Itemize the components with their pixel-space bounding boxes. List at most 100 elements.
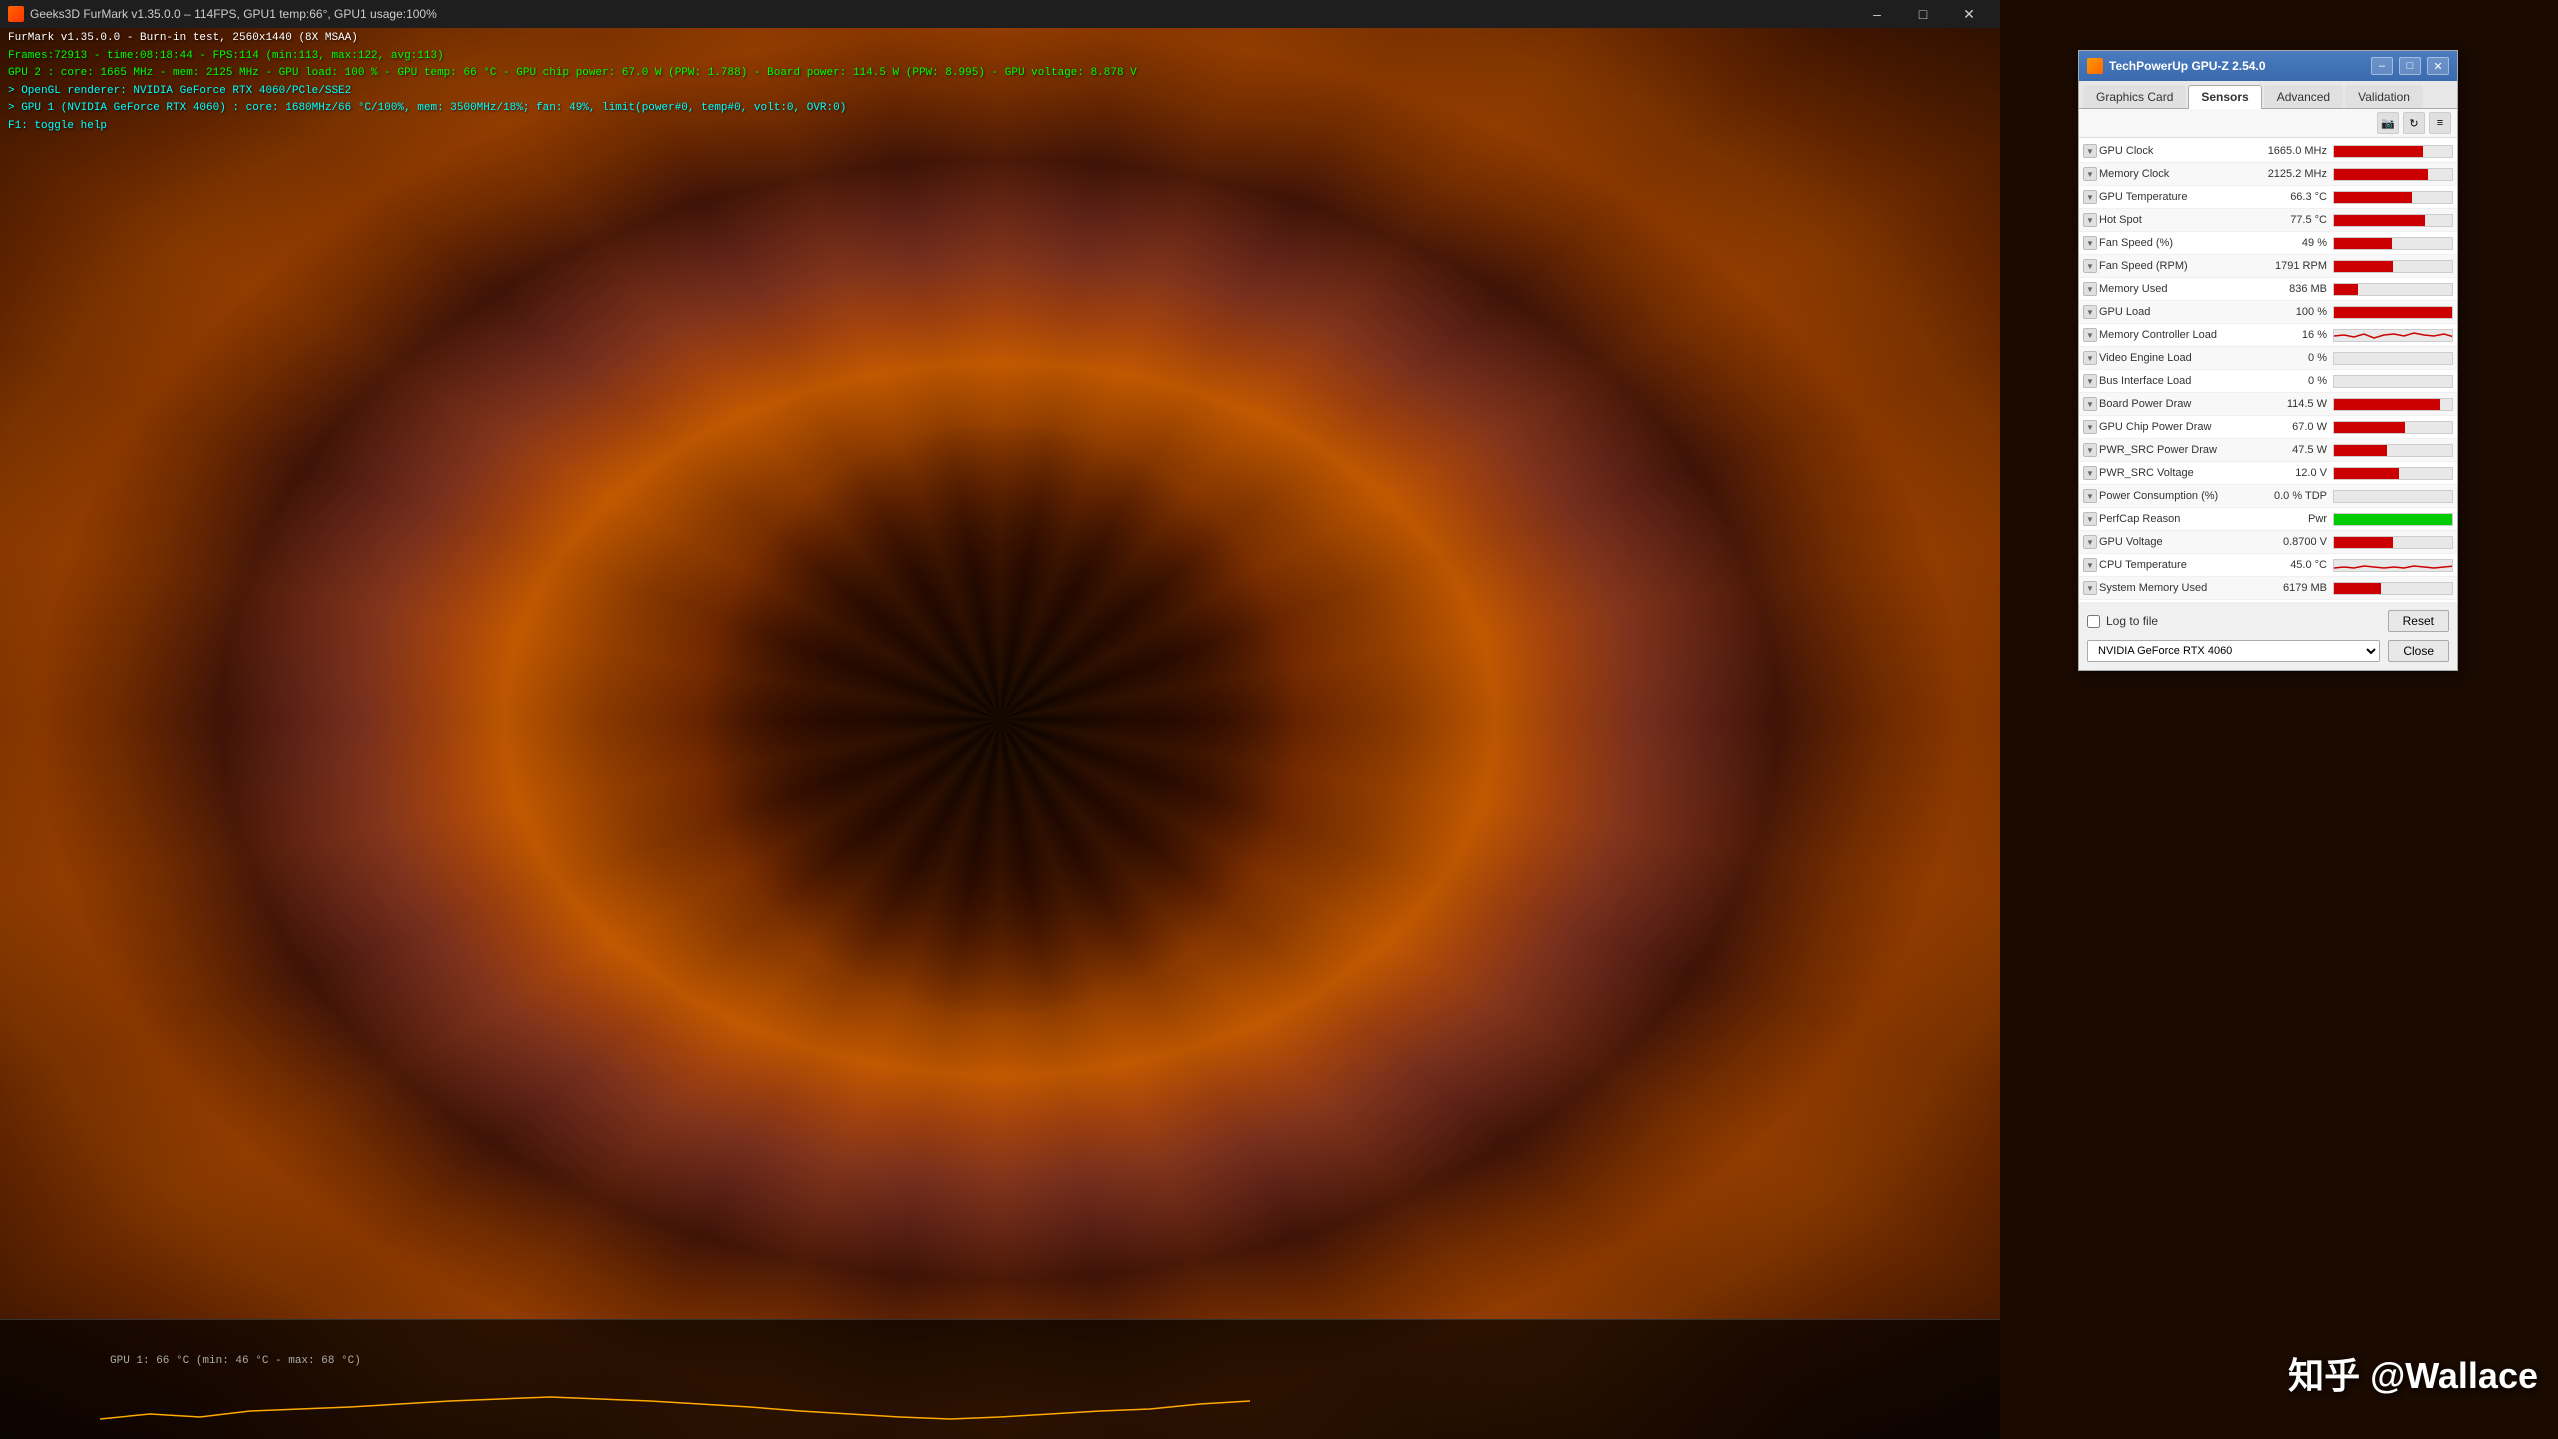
sensor-row: ▼Board Power Draw114.5 W — [2079, 393, 2457, 416]
sensor-dropdown-btn[interactable]: ▼ — [2083, 259, 2097, 273]
sensor-bar-container — [2333, 536, 2453, 549]
gpuz-minimize-button[interactable]: – — [2371, 57, 2393, 75]
sensor-bar — [2334, 445, 2387, 456]
sensor-row: ▼System Memory Used6179 MB — [2079, 577, 2457, 600]
sensor-name-text: Memory Clock — [2099, 168, 2169, 180]
sensor-dropdown-btn[interactable]: ▼ — [2083, 489, 2097, 503]
sensor-dropdown-btn[interactable]: ▼ — [2083, 466, 2097, 480]
sensor-value-text: 114.5 W — [2253, 398, 2333, 410]
sensor-dropdown-btn[interactable]: ▼ — [2083, 397, 2097, 411]
sensor-bar-container — [2333, 559, 2453, 572]
gpuz-maximize-button[interactable]: □ — [2399, 57, 2421, 75]
sensor-bar — [2334, 422, 2405, 433]
camera-icon[interactable]: 📷 — [2377, 112, 2399, 134]
sensor-bar-container — [2333, 582, 2453, 595]
sensor-dropdown-btn[interactable]: ▼ — [2083, 512, 2097, 526]
sensor-name-text: Bus Interface Load — [2099, 375, 2191, 387]
tab-advanced[interactable]: Advanced — [2264, 85, 2343, 108]
sensor-value-text: 66.3 °C — [2253, 191, 2333, 203]
refresh-icon[interactable]: ↻ — [2403, 112, 2425, 134]
sensor-value-text: 49 % — [2253, 237, 2333, 249]
sensor-dropdown-btn[interactable]: ▼ — [2083, 167, 2097, 181]
sensor-bar — [2334, 583, 2381, 594]
sensor-row: ▼PWR_SRC Voltage 12.0 V — [2079, 462, 2457, 485]
sensor-name-label: ▼GPU Voltage — [2083, 535, 2253, 549]
sensor-name-text: GPU Temperature — [2099, 191, 2187, 203]
sensor-name-text: Fan Speed (RPM) — [2099, 260, 2188, 272]
sensor-value-text: 45.0 °C — [2253, 559, 2333, 571]
furmark-overlay: FurMark v1.35.0.0 - Burn-in test, 2560x1… — [8, 30, 1137, 136]
close-button[interactable]: ✕ — [1946, 0, 1992, 28]
sensor-name-label: ▼Hot Spot — [2083, 213, 2253, 227]
tab-sensors[interactable]: Sensors — [2188, 85, 2261, 109]
sensor-name-text: Power Consumption (%) — [2099, 490, 2218, 502]
overlay-line-2: Frames:72913 - time:08:18:44 - FPS:114 (… — [8, 48, 1137, 66]
sensor-dropdown-btn[interactable]: ▼ — [2083, 236, 2097, 250]
sensor-dropdown-btn[interactable]: ▼ — [2083, 558, 2097, 572]
gpuz-bottom-row: NVIDIA GeForce RTX 4060 Close — [2087, 640, 2449, 662]
sensor-dropdown-btn[interactable]: ▼ — [2083, 305, 2097, 319]
sensor-dropdown-btn[interactable]: ▼ — [2083, 581, 2097, 595]
sensor-name-text: System Memory Used — [2099, 582, 2207, 594]
sensor-row: ▼PWR_SRC Power Draw47.5 W — [2079, 439, 2457, 462]
reset-button[interactable]: Reset — [2388, 610, 2449, 632]
app-icon — [8, 6, 24, 22]
sensor-bar-container — [2333, 306, 2453, 319]
sensor-value-text: 100 % — [2253, 306, 2333, 318]
minimize-button[interactable]: – — [1854, 0, 1900, 28]
sensor-bar — [2334, 537, 2393, 548]
overlay-line-3: GPU 2 : core: 1665 MHz - mem: 2125 MHz -… — [8, 65, 1137, 83]
gpuz-close-button[interactable]: ✕ — [2427, 57, 2449, 75]
sensor-dropdown-btn[interactable]: ▼ — [2083, 535, 2097, 549]
sensor-row: ▼GPU Load100 % — [2079, 301, 2457, 324]
sensor-dropdown-btn[interactable]: ▼ — [2083, 351, 2097, 365]
close-sensors-button[interactable]: Close — [2388, 640, 2449, 662]
tab-graphics-card[interactable]: Graphics Card — [2083, 85, 2186, 108]
menu-icon[interactable]: ≡ — [2429, 112, 2451, 134]
sensor-dropdown-btn[interactable]: ▼ — [2083, 420, 2097, 434]
sensor-row: ▼Fan Speed (%) 49 % — [2079, 232, 2457, 255]
sensor-bar — [2334, 468, 2399, 479]
sensor-name-label: ▼Fan Speed (RPM) — [2083, 259, 2253, 273]
gpu-select[interactable]: NVIDIA GeForce RTX 4060 — [2087, 640, 2380, 662]
sensor-dropdown-btn[interactable]: ▼ — [2083, 282, 2097, 296]
sensor-dropdown-btn[interactable]: ▼ — [2083, 374, 2097, 388]
furmark-background — [0, 0, 2000, 1439]
sensor-bar-container — [2333, 421, 2453, 434]
sensor-bar-container — [2333, 398, 2453, 411]
sensor-row: ▼Memory Clock2125.2 MHz — [2079, 163, 2457, 186]
sensor-name-text: GPU Chip Power Draw — [2099, 421, 2211, 433]
maximize-button[interactable]: □ — [1900, 0, 1946, 28]
log-to-file-checkbox[interactable] — [2087, 615, 2100, 628]
sensor-value-text: 1791 RPM — [2253, 260, 2333, 272]
sensor-bar — [2334, 146, 2423, 157]
sensor-row: ▼GPU Clock1665.0 MHz — [2079, 140, 2457, 163]
gpuz-log-row: Log to file Reset — [2087, 610, 2449, 632]
gpuz-bottom-panel: Log to file Reset NVIDIA GeForce RTX 406… — [2079, 602, 2457, 670]
sensor-row: ▼Bus Interface Load0 % — [2079, 370, 2457, 393]
sensor-name-text: Fan Speed (%) — [2099, 237, 2173, 249]
sensor-value-text: 12.0 V — [2253, 467, 2333, 479]
sensor-row: ▼GPU Voltage0.8700 V — [2079, 531, 2457, 554]
sensor-name-label: ▼CPU Temperature — [2083, 558, 2253, 572]
sensor-name-text: Video Engine Load — [2099, 352, 2192, 364]
sensor-name-text: PWR_SRC Voltage — [2099, 467, 2194, 479]
sensor-bar-container — [2333, 283, 2453, 296]
sensor-name-label: ▼PerfCap Reason — [2083, 512, 2253, 526]
sensor-name-label: ▼Board Power Draw — [2083, 397, 2253, 411]
sensor-name-text: Memory Used — [2099, 283, 2167, 295]
tab-validation[interactable]: Validation — [2345, 85, 2423, 108]
graph-svg — [100, 1349, 1980, 1429]
sensor-row: ▼Power Consumption (%) 0.0 % TDP — [2079, 485, 2457, 508]
sensor-bar — [2334, 238, 2392, 249]
sensor-dropdown-btn[interactable]: ▼ — [2083, 328, 2097, 342]
gpuz-sensors-panel: ▼GPU Clock1665.0 MHz▼Memory Clock2125.2 … — [2079, 138, 2457, 602]
watermark: 知乎 @Wallace — [2288, 1347, 2538, 1399]
sensor-dropdown-btn[interactable]: ▼ — [2083, 443, 2097, 457]
sensor-dropdown-btn[interactable]: ▼ — [2083, 190, 2097, 204]
sensor-dropdown-btn[interactable]: ▼ — [2083, 213, 2097, 227]
sensor-value-text: 836 MB — [2253, 283, 2333, 295]
sensor-bar-container — [2333, 145, 2453, 158]
sensor-value-text: 0.0 % TDP — [2253, 490, 2333, 502]
sensor-dropdown-btn[interactable]: ▼ — [2083, 144, 2097, 158]
